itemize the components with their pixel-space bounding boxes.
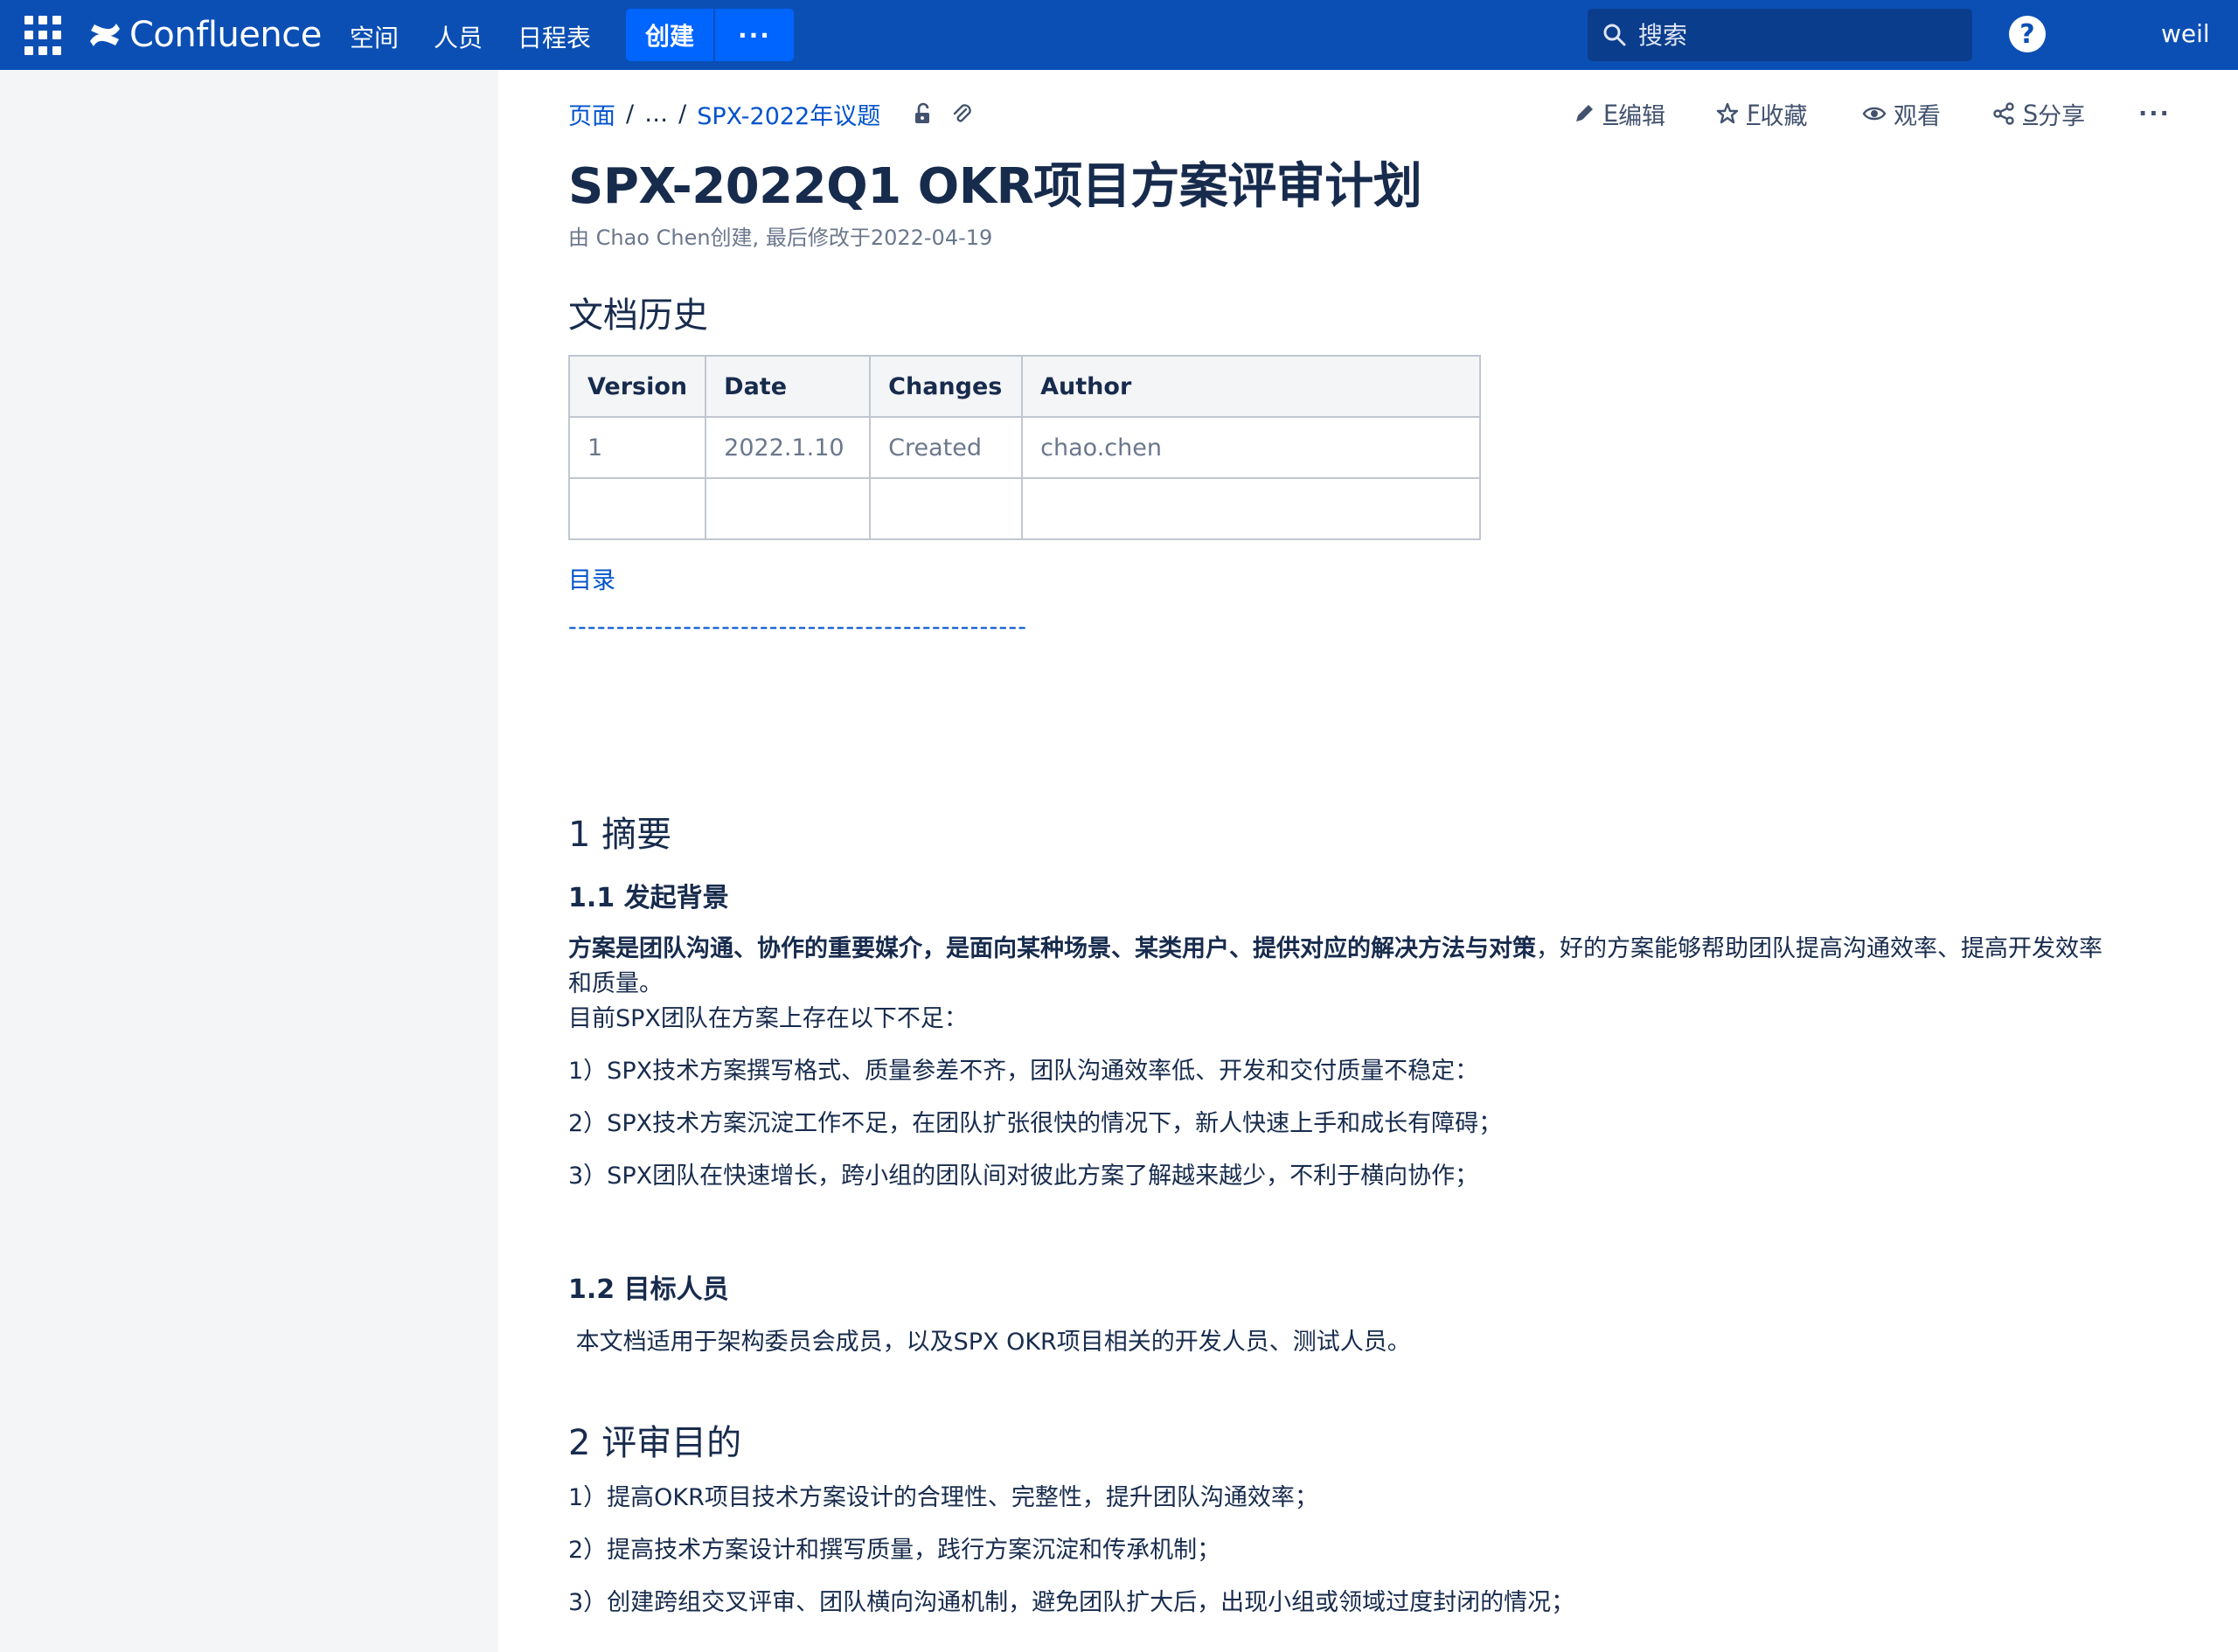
unlock-icon[interactable] bbox=[910, 101, 936, 127]
list-item: 3）创建跨组交叉评审、团队横向沟通机制，避免团队扩大后，出现小组或领域过度封闭的… bbox=[568, 1589, 1575, 1616]
favourite-label: 收藏 bbox=[1760, 102, 1808, 130]
attachment-icon[interactable] bbox=[949, 101, 975, 127]
list-item: 1）SPX技术方案撰写格式、质量参差不齐，团队沟通效率低、开发和交付质量不稳定： bbox=[568, 1058, 1479, 1085]
table-cell bbox=[1021, 477, 1482, 540]
watch-button[interactable]: 观看 bbox=[1862, 97, 1941, 131]
page-title: SPX-2022Q1 OKR项目方案评审计划 bbox=[568, 158, 1422, 215]
table-header-cell: Date bbox=[705, 355, 872, 418]
table-header-cell: Version bbox=[567, 355, 707, 418]
list-item: 2）提高技术方案设计和撰写质量，践行方案沉淀和传承机制； bbox=[568, 1537, 1221, 1564]
toc-label[interactable]: 目录 bbox=[568, 561, 615, 595]
user-menu[interactable]: weil bbox=[2161, 19, 2210, 48]
left-sidebar bbox=[0, 70, 498, 1652]
section-heading-summary: 1 摘要 bbox=[568, 815, 672, 855]
favourite-button[interactable]: F 收藏 bbox=[1715, 97, 1808, 131]
table-cell bbox=[567, 477, 707, 540]
share-icon bbox=[1993, 102, 2014, 125]
target-audience-paragraph: 本文档适用于架构委员会成员，以及SPX OKR项目相关的开发人员、测试人员。 bbox=[568, 1329, 1411, 1356]
edit-button[interactable]: E 编辑 bbox=[1572, 97, 1665, 131]
document-history-heading: 文档历史 bbox=[568, 295, 708, 336]
breadcrumb-ellipsis[interactable]: … bbox=[644, 101, 668, 128]
nav-calendar[interactable]: 日程表 bbox=[518, 19, 591, 54]
confluence-logo[interactable]: Confluence bbox=[87, 12, 322, 58]
search-input[interactable] bbox=[1638, 20, 1953, 50]
table-row bbox=[567, 477, 1482, 540]
toc-divider: ----------------------------------------… bbox=[568, 614, 1028, 641]
table-header-row: Version Date Changes Author bbox=[567, 355, 1482, 418]
list-item: 3）SPX团队在快速增长，跨小组的团队间对彼此方案了解越来越少，不利于横向协作； bbox=[568, 1163, 1479, 1190]
breadcrumb-parent[interactable]: SPX-2022年议题 bbox=[697, 97, 880, 131]
table-row: 1 2022.1.10 Created chao.chen bbox=[567, 416, 1482, 479]
page-byline: 由 Chao Chen创建, 最后修改于2022-04-19 bbox=[568, 226, 993, 250]
nav-people[interactable]: 人员 bbox=[434, 19, 483, 54]
section-heading-background: 1.1 发起背景 bbox=[568, 883, 729, 913]
nav-spaces[interactable]: 空间 bbox=[350, 19, 399, 54]
background-paragraph-emphasis: 方案是团队沟通、协作的重要媒介，是面向某种场景、某类用户、提供对应的解决方法与对… bbox=[568, 935, 1536, 962]
table-header-cell: Changes bbox=[869, 355, 1024, 418]
list-item: 2）SPX技术方案沉淀工作不足，在团队扩张很快的情况下，新人快速上手和成长有障碍… bbox=[568, 1110, 1503, 1137]
table-cell: chao.chen bbox=[1021, 416, 1482, 479]
create-button[interactable]: 创建 bbox=[626, 9, 713, 61]
search-box[interactable] bbox=[1588, 9, 1972, 61]
confluence-logo-icon bbox=[90, 24, 120, 46]
table-cell: 1 bbox=[567, 416, 707, 479]
search-icon bbox=[1603, 24, 1626, 46]
share-button[interactable]: S 分享 bbox=[1991, 97, 2085, 131]
list-item: 1）提高OKR项目技术方案设计的合理性、完整性，提升团队沟通效率； bbox=[568, 1484, 1318, 1511]
section-heading-review-goals: 2 评审目的 bbox=[568, 1423, 742, 1463]
breadcrumb-separator: / bbox=[678, 100, 687, 128]
watch-label: 观看 bbox=[1894, 102, 1941, 130]
share-label: 分享 bbox=[2038, 102, 2086, 130]
share-shortcut-key: S bbox=[2023, 100, 2039, 128]
breadcrumb: 页面 / … / SPX-2022年议题 bbox=[568, 96, 975, 131]
top-navigation-bar: Confluence 空间 人员 日程表 创建 ··· ? weil bbox=[0, 0, 2238, 70]
table-cell: Created bbox=[869, 416, 1024, 479]
table-cell: 2022.1.10 bbox=[705, 416, 872, 479]
shortcomings-intro: 目前SPX团队在方案上存在以下不足： bbox=[568, 1005, 968, 1032]
document-history-table: Version Date Changes Author 1 2022.1.10 … bbox=[567, 355, 1482, 540]
eye-icon bbox=[1862, 107, 1887, 121]
table-header-cell: Author bbox=[1021, 355, 1482, 418]
table-cell bbox=[705, 477, 872, 540]
more-actions-button[interactable]: ··· bbox=[2138, 101, 2171, 128]
favourite-shortcut-key: F bbox=[1747, 100, 1761, 128]
edit-shortcut-key: E bbox=[1603, 100, 1619, 128]
table-cell bbox=[869, 477, 1024, 540]
app-switcher-grid-icon[interactable] bbox=[23, 14, 66, 58]
breadcrumb-separator: / bbox=[626, 100, 635, 128]
create-more-button[interactable]: ··· bbox=[715, 9, 794, 61]
star-icon bbox=[1716, 102, 1739, 124]
help-icon[interactable]: ? bbox=[2009, 16, 2046, 52]
edit-label: 编辑 bbox=[1618, 102, 1666, 130]
section-heading-target-audience: 1.2 目标人员 bbox=[568, 1274, 729, 1305]
breadcrumb-pages[interactable]: 页面 bbox=[568, 97, 615, 131]
brand-name: Confluence bbox=[129, 15, 322, 55]
background-paragraph: 方案是团队沟通、协作的重要媒介，是面向某种场景、某类用户、提供对应的解决方法与对… bbox=[568, 932, 2124, 1002]
pencil-icon bbox=[1576, 105, 1593, 121]
